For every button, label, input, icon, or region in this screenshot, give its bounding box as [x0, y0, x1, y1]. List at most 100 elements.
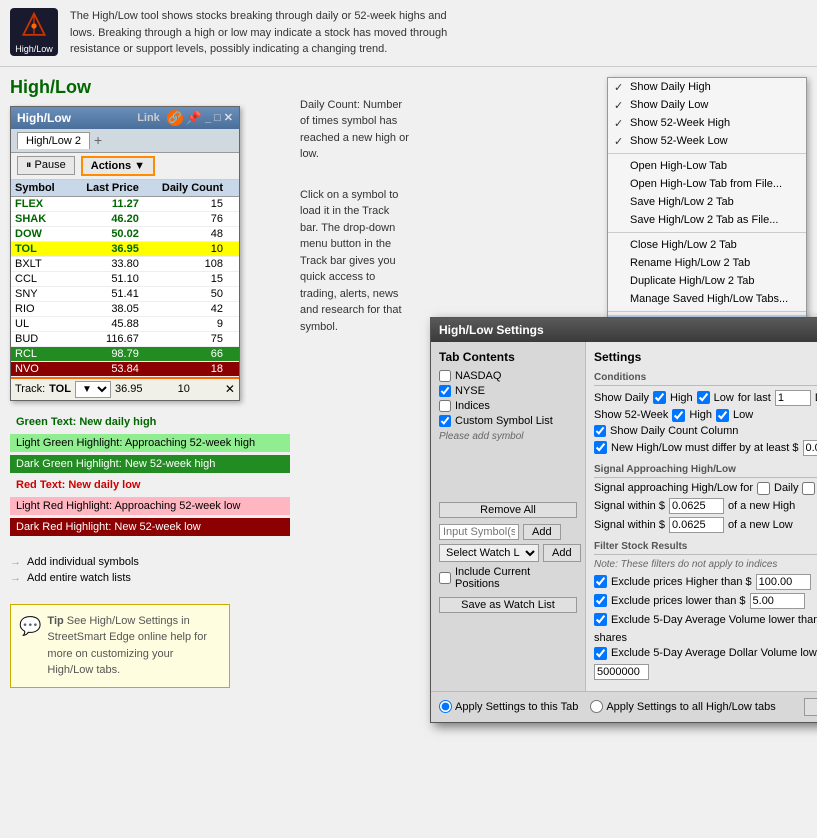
cell-symbol: RCL	[11, 346, 69, 361]
nyse-label: NYSE	[455, 385, 485, 397]
table-row[interactable]: RIO 38.05 42	[11, 301, 239, 316]
exclude-low-checkbox[interactable]	[594, 594, 607, 607]
ok-button[interactable]: OK	[804, 698, 817, 716]
menu-rename-tab[interactable]: Rename High/Low 2 Tab	[608, 254, 806, 272]
table-row[interactable]: SHAK 46.20 76	[11, 211, 239, 226]
signal-for-row: Signal approaching High/Low for Daily 52…	[594, 482, 817, 495]
exclude-high-checkbox[interactable]	[594, 575, 607, 588]
table-row[interactable]: BUD 116.67 75	[11, 331, 239, 346]
signal-high-input[interactable]	[669, 498, 724, 514]
link-icon[interactable]: 🔗	[167, 110, 183, 126]
table-row[interactable]: TOL 36.95 10	[11, 241, 239, 256]
cell-symbol: RIO	[11, 301, 69, 316]
settings-dialog: High/Low Settings ✕ Tab Contents NASDAQ …	[430, 317, 817, 723]
nyse-checkbox[interactable]	[439, 385, 451, 397]
save-watchlist-button[interactable]: Save as Watch List	[439, 597, 577, 613]
cell-scroll	[227, 211, 239, 226]
table-row[interactable]: FLEX 11.27 15	[11, 196, 239, 211]
exclude-low-label: Exclude prices lower than $	[611, 595, 746, 607]
signal-low-input[interactable]	[669, 517, 724, 533]
nasdaq-check: NASDAQ	[439, 370, 577, 382]
cell-price: 116.67	[69, 331, 143, 346]
tab-active[interactable]: High/Low 2	[17, 132, 90, 149]
filter-title: Filter Stock Results	[594, 541, 817, 555]
signal-high-suffix: of a new High	[728, 500, 795, 512]
table-row[interactable]: SNY 51.41 50	[11, 286, 239, 301]
exclude-dollar-input[interactable]	[594, 664, 649, 680]
watchlist-select[interactable]: Select Watch List	[439, 544, 539, 562]
menu-open-hl-file[interactable]: Open High-Low Tab from File...	[608, 175, 806, 193]
cell-count: 15	[143, 271, 227, 286]
menu-manage-tabs[interactable]: Manage Saved High/Low Tabs...	[608, 290, 806, 308]
menu-save-hl-tab[interactable]: Save High/Low 2 Tab	[608, 193, 806, 211]
days-input[interactable]	[775, 390, 811, 406]
low52-label: Low	[733, 409, 753, 421]
low52-check[interactable]	[716, 409, 729, 422]
daily-signal-check[interactable]	[757, 482, 770, 495]
exclude-high-input[interactable]	[756, 574, 811, 590]
minimize-icon[interactable]: _	[205, 112, 211, 124]
indices-checkbox[interactable]	[439, 400, 451, 412]
radio-all-tabs-input[interactable]	[590, 700, 603, 713]
nasdaq-checkbox[interactable]	[439, 370, 451, 382]
app-icon-label: High/Low	[15, 44, 53, 54]
cell-scroll	[227, 346, 239, 361]
pin-icon[interactable]: 📌	[186, 110, 202, 126]
show-daily-row: Show Daily High Low for last Days	[594, 390, 817, 406]
track-close[interactable]: ✕	[225, 382, 235, 396]
custom-list-checkbox[interactable]	[439, 415, 451, 427]
legend-dk-green: Dark Green Highlight: New 52-week high	[10, 455, 290, 473]
close-icon[interactable]: ✕	[224, 111, 233, 124]
exclude-low-input[interactable]	[750, 593, 805, 609]
add-tab-button[interactable]: +	[94, 132, 102, 148]
track-dropdown[interactable]: ▼	[75, 381, 111, 398]
legend-lt-red: Light Red Highlight: Approaching 52-week…	[10, 497, 290, 515]
menu-show-52-high[interactable]: Show 52-Week High	[608, 114, 806, 132]
symbol-input[interactable]	[439, 524, 519, 540]
dialog-right-panel: Settings Conditions Show Daily High Low …	[586, 342, 817, 691]
actions-button[interactable]: Actions ▼	[81, 156, 155, 176]
menu-show-daily-low[interactable]: Show Daily Low	[608, 96, 806, 114]
radio-this-tab-input[interactable]	[439, 700, 452, 713]
table-row[interactable]: CCL 51.10 15	[11, 271, 239, 286]
maximize-icon[interactable]: □	[214, 112, 221, 124]
52week-signal-check[interactable]	[802, 482, 815, 495]
hl-title: High/Low	[17, 111, 71, 125]
new-highlow-input[interactable]	[803, 440, 817, 456]
tip-bold: Tip	[47, 615, 63, 627]
menu-save-hl-as[interactable]: Save High/Low 2 Tab as File...	[608, 211, 806, 229]
exclude-dollar-checkbox[interactable]	[594, 647, 607, 660]
add-symbol-row: Add	[439, 524, 577, 540]
high-check[interactable]	[653, 391, 666, 404]
add-watchlist-button[interactable]: Add	[543, 544, 581, 562]
high52-check[interactable]	[672, 409, 685, 422]
footer-buttons: OK Cancel	[804, 698, 817, 716]
table-row[interactable]: BXLT 33.80 108	[11, 256, 239, 271]
table-row[interactable]: NVO 53.84 18	[11, 361, 239, 376]
menu-duplicate-tab[interactable]: Duplicate High/Low 2 Tab	[608, 272, 806, 290]
conditions-title: Conditions	[594, 372, 817, 386]
signal-high-label: Signal within $	[594, 500, 665, 512]
table-row[interactable]: DOW 50.02 48	[11, 226, 239, 241]
menu-show-52-low[interactable]: Show 52-Week Low	[608, 132, 806, 150]
menu-show-daily-high[interactable]: Show Daily High	[608, 78, 806, 96]
daily-signal-label: Daily	[774, 482, 798, 494]
remove-all-button[interactable]: Remove All	[439, 502, 577, 518]
show-52week-label: Show 52-Week	[594, 409, 668, 421]
cell-count: 15	[143, 196, 227, 211]
cell-symbol: SHAK	[11, 211, 69, 226]
pause-button[interactable]: ⏸ Pause	[17, 156, 75, 175]
table-row[interactable]: UL 45.88 9	[11, 316, 239, 331]
menu-close-tab[interactable]: Close High/Low 2 Tab	[608, 236, 806, 254]
cell-price: 33.80	[69, 256, 143, 271]
menu-open-hl-tab[interactable]: Open High-Low Tab	[608, 157, 806, 175]
show-daily-count-checkbox[interactable]	[594, 425, 606, 437]
cell-symbol: TOL	[11, 241, 69, 256]
click-symbol-annotation: Click on a symbol to load it in the Trac…	[300, 187, 410, 336]
table-row[interactable]: RCL 98.79 66	[11, 346, 239, 361]
low-check[interactable]	[697, 391, 710, 404]
exclude-vol-checkbox[interactable]	[594, 613, 607, 626]
include-positions-checkbox[interactable]	[439, 572, 451, 584]
new-highlow-checkbox[interactable]	[594, 441, 607, 454]
add-symbol-button[interactable]: Add	[523, 524, 561, 540]
